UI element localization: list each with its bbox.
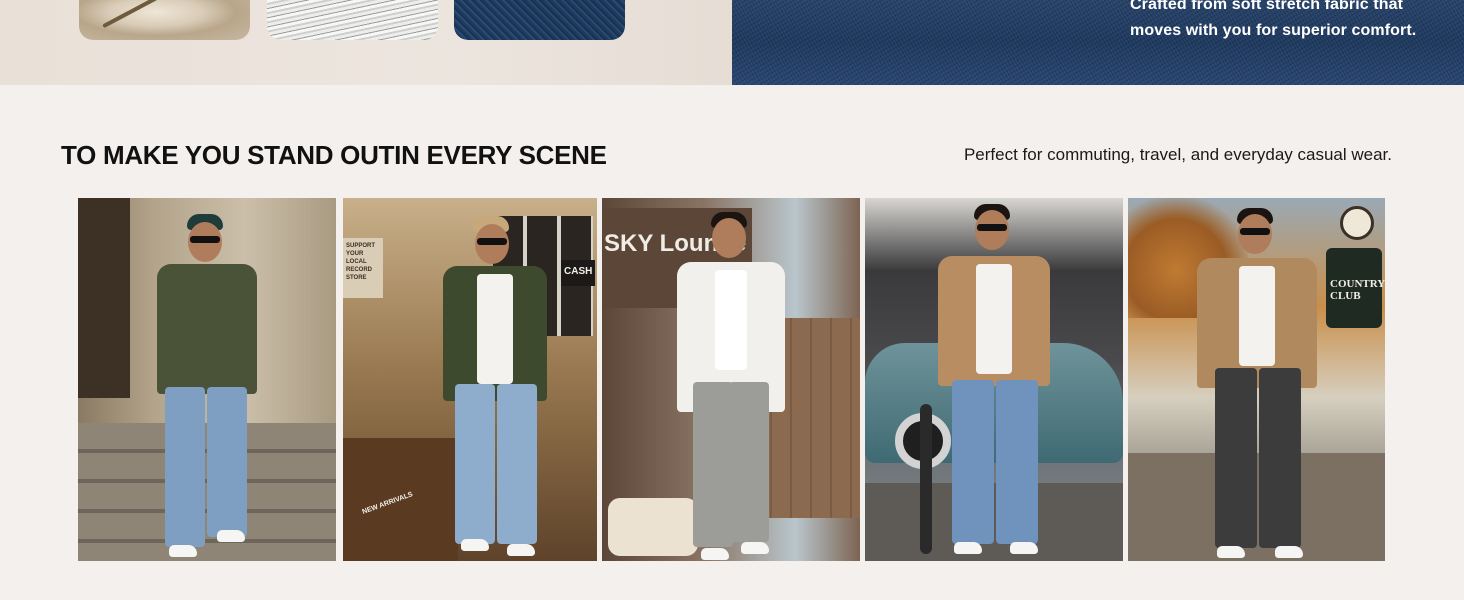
sneaker (169, 545, 197, 557)
white-tee (477, 274, 514, 384)
lifestyle-photo-street (78, 198, 336, 561)
model-figure (920, 204, 1064, 554)
fabric-description: Crafted from soft stretch fabric that mo… (1130, 0, 1417, 39)
store-sign-text: SUPPORT YOUR LOCAL RECORD STORE (346, 243, 376, 281)
sunglasses (1239, 228, 1270, 235)
model-figure (425, 214, 565, 561)
jeans-left (952, 380, 994, 544)
model-figure (137, 212, 277, 561)
white-tee (976, 264, 1012, 374)
jeans-right (207, 387, 247, 537)
lifestyle-photo-car (865, 198, 1123, 561)
sneaker (507, 544, 536, 556)
fabric-swatch-panel (0, 0, 732, 85)
clock-icon (1340, 206, 1374, 240)
sunglasses (977, 224, 1007, 231)
lifestyle-photo-lounge: SKY Lounge (602, 198, 860, 561)
sneaker (741, 542, 769, 554)
jeans-left (455, 384, 496, 544)
jeans-right (729, 382, 769, 542)
cash-poster: CASH (561, 260, 595, 286)
denim-swatch-image (454, 0, 625, 40)
white-tee (1238, 266, 1275, 366)
cotton-swatch-image (79, 0, 250, 40)
lifestyle-photo-record-store: SUPPORT YOUR LOCAL RECORD STORE CASH NEW… (343, 198, 597, 561)
jeans-right (1258, 368, 1301, 548)
jeans-left (1214, 368, 1257, 548)
jacket (157, 264, 257, 394)
sneaker (954, 542, 982, 554)
sneaker (461, 539, 490, 551)
sunglasses (190, 236, 220, 243)
club-sign-text: COUNTRY CLUB (1330, 278, 1385, 302)
model-figure (661, 212, 801, 561)
jeans-right (497, 384, 538, 544)
top-banner: Crafted from soft stretch fabric that mo… (0, 0, 1464, 85)
jeans-right (996, 380, 1038, 544)
model-head (712, 218, 746, 258)
white-tee (715, 270, 747, 370)
model-figure (1187, 208, 1327, 558)
sneaker (217, 530, 245, 542)
lifestyle-gallery: SUPPORT YOUR LOCAL RECORD STORE CASH NEW… (78, 198, 1385, 561)
cash-poster-text: CASH (564, 266, 593, 277)
sneaker (1216, 546, 1245, 558)
lifestyle-photo-country-club: COUNTRY CLUB (1128, 198, 1385, 561)
section-title: TO MAKE YOU STAND OUTIN EVERY SCENE (61, 140, 607, 170)
jeans-left (693, 382, 733, 547)
crate-label: NEW ARRIVALS (361, 491, 414, 516)
club-sign: COUNTRY CLUB (1326, 248, 1385, 328)
sneaker (701, 548, 729, 560)
cotton-stem (102, 0, 166, 29)
doorway (78, 198, 130, 398)
jeans-left (165, 387, 205, 547)
fiber-swatch-image (267, 0, 438, 40)
sneaker (1010, 542, 1038, 554)
skateboard (920, 404, 932, 554)
sunglasses (477, 238, 508, 245)
section-subtitle: Perfect for commuting, travel, and every… (963, 145, 1392, 164)
store-sign: SUPPORT YOUR LOCAL RECORD STORE (343, 238, 383, 298)
sneaker (1274, 546, 1303, 558)
